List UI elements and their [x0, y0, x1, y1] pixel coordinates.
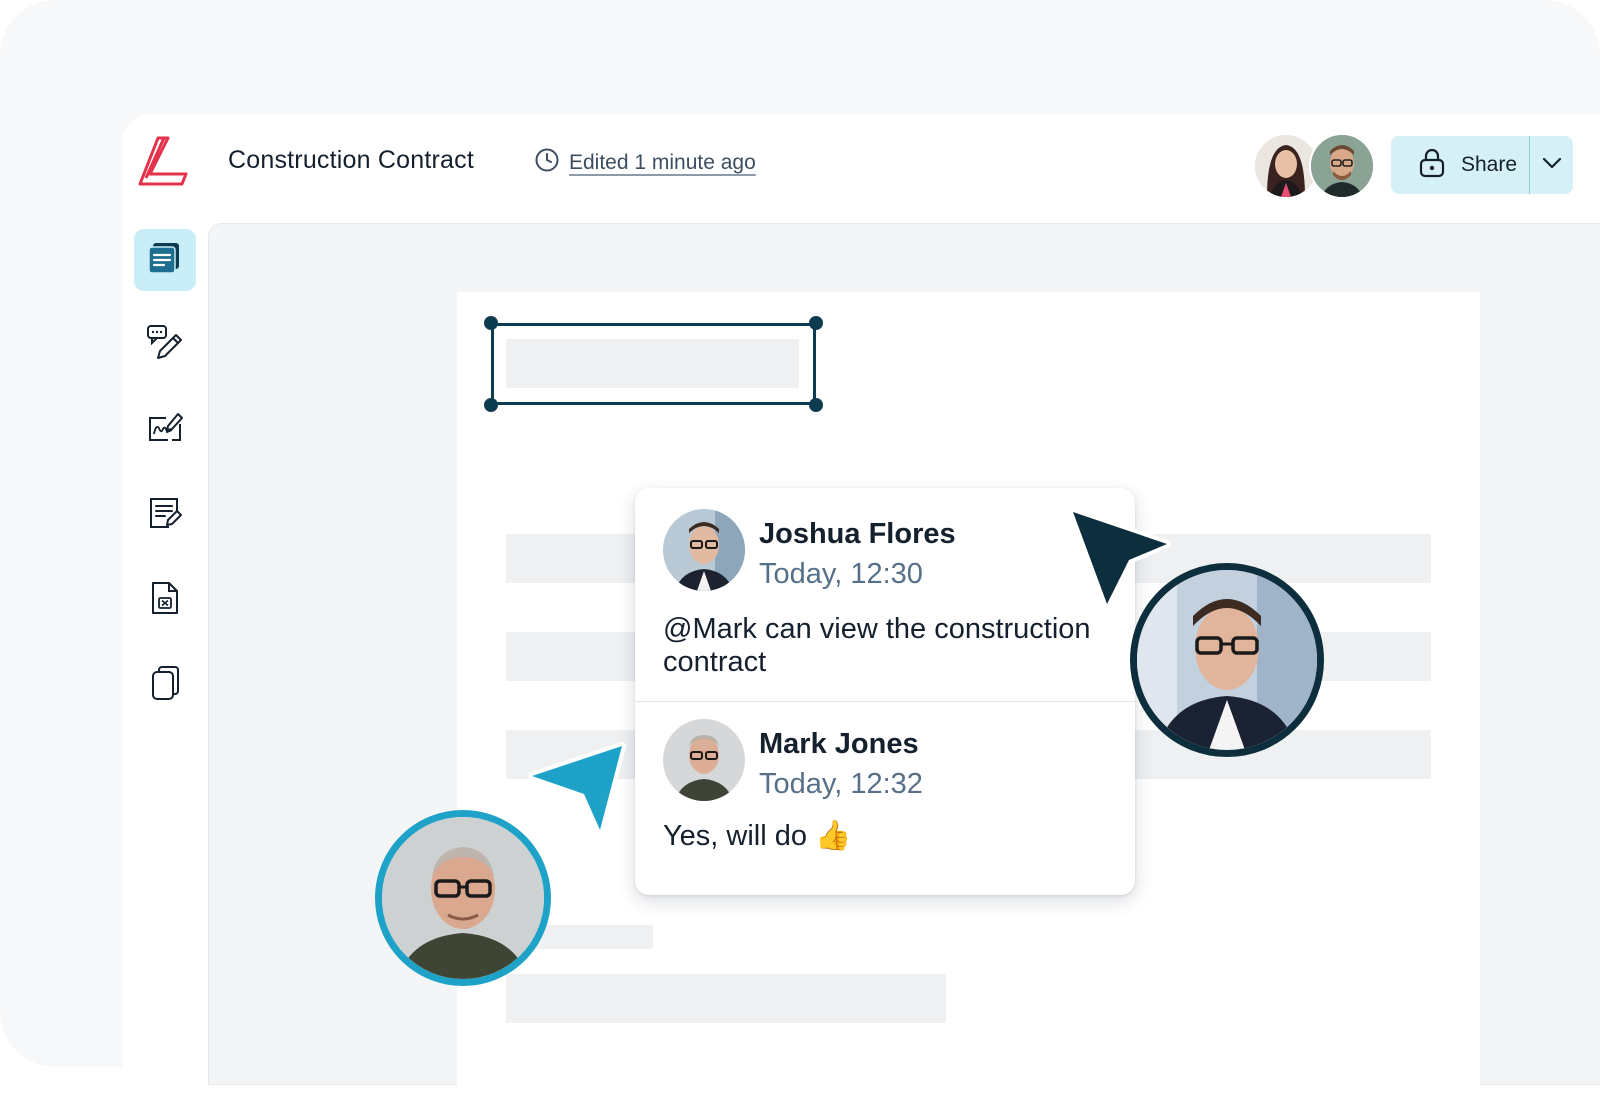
comment-item[interactable]: Joshua Flores Today, 12:30 @Mark can vie… [635, 488, 1135, 701]
share-button-group: Share [1391, 136, 1573, 194]
comment-author: Mark Jones [759, 728, 919, 760]
sidebar-item-signatures[interactable] [134, 399, 196, 461]
app-logo[interactable] [136, 134, 192, 190]
document-title[interactable]: Construction Contract [228, 146, 474, 175]
clock-icon [535, 148, 559, 177]
share-button[interactable]: Share [1391, 136, 1529, 194]
copy-icon [149, 664, 181, 707]
teal-cursor-icon [524, 738, 630, 843]
avatar[interactable] [1309, 133, 1375, 199]
share-options-button[interactable] [1530, 136, 1573, 194]
avatar [663, 719, 745, 801]
sidebar-item-forms[interactable] [134, 484, 196, 546]
documents-icon [147, 241, 183, 280]
floating-avatar-mark [375, 810, 551, 986]
selected-field[interactable] [491, 323, 816, 405]
comment-item[interactable]: Mark Jones Today, 12:32 Yes, will do 👍 [635, 702, 1135, 895]
form-edit-icon [147, 495, 183, 536]
comment-text: @Mark can view the construction contract [663, 613, 1103, 679]
share-label: Share [1461, 153, 1518, 176]
avatar [663, 509, 745, 591]
comment-time: Today, 12:30 [759, 558, 923, 590]
comment-edit-icon [146, 324, 184, 367]
collaborator-avatars[interactable] [1253, 133, 1375, 199]
sidebar-item-copies[interactable] [134, 654, 196, 716]
resize-handle[interactable] [484, 398, 498, 412]
comment-text: Yes, will do 👍 [663, 820, 852, 852]
edited-status-text[interactable]: Edited 1 minute ago [569, 151, 756, 175]
comment-thread: Joshua Flores Today, 12:30 @Mark can vie… [635, 488, 1135, 895]
edited-status[interactable]: Edited 1 minute ago [535, 148, 756, 177]
sidebar-item-documents[interactable] [134, 229, 196, 291]
lock-icon [1419, 148, 1445, 183]
sidebar-item-file[interactable] [134, 569, 196, 631]
mention[interactable]: @Mark [663, 613, 757, 645]
resize-handle[interactable] [484, 316, 498, 330]
text-line-placeholder [506, 974, 946, 1023]
signature-icon [146, 410, 184, 451]
sidebar-item-comments[interactable] [134, 314, 196, 376]
resize-handle[interactable] [809, 398, 823, 412]
resize-handle[interactable] [809, 316, 823, 330]
floating-avatar-joshua [1130, 563, 1324, 757]
comment-time: Today, 12:32 [759, 768, 923, 800]
chevron-down-icon [1542, 156, 1562, 174]
comment-author: Joshua Flores [759, 518, 956, 550]
file-excel-icon [150, 580, 180, 621]
